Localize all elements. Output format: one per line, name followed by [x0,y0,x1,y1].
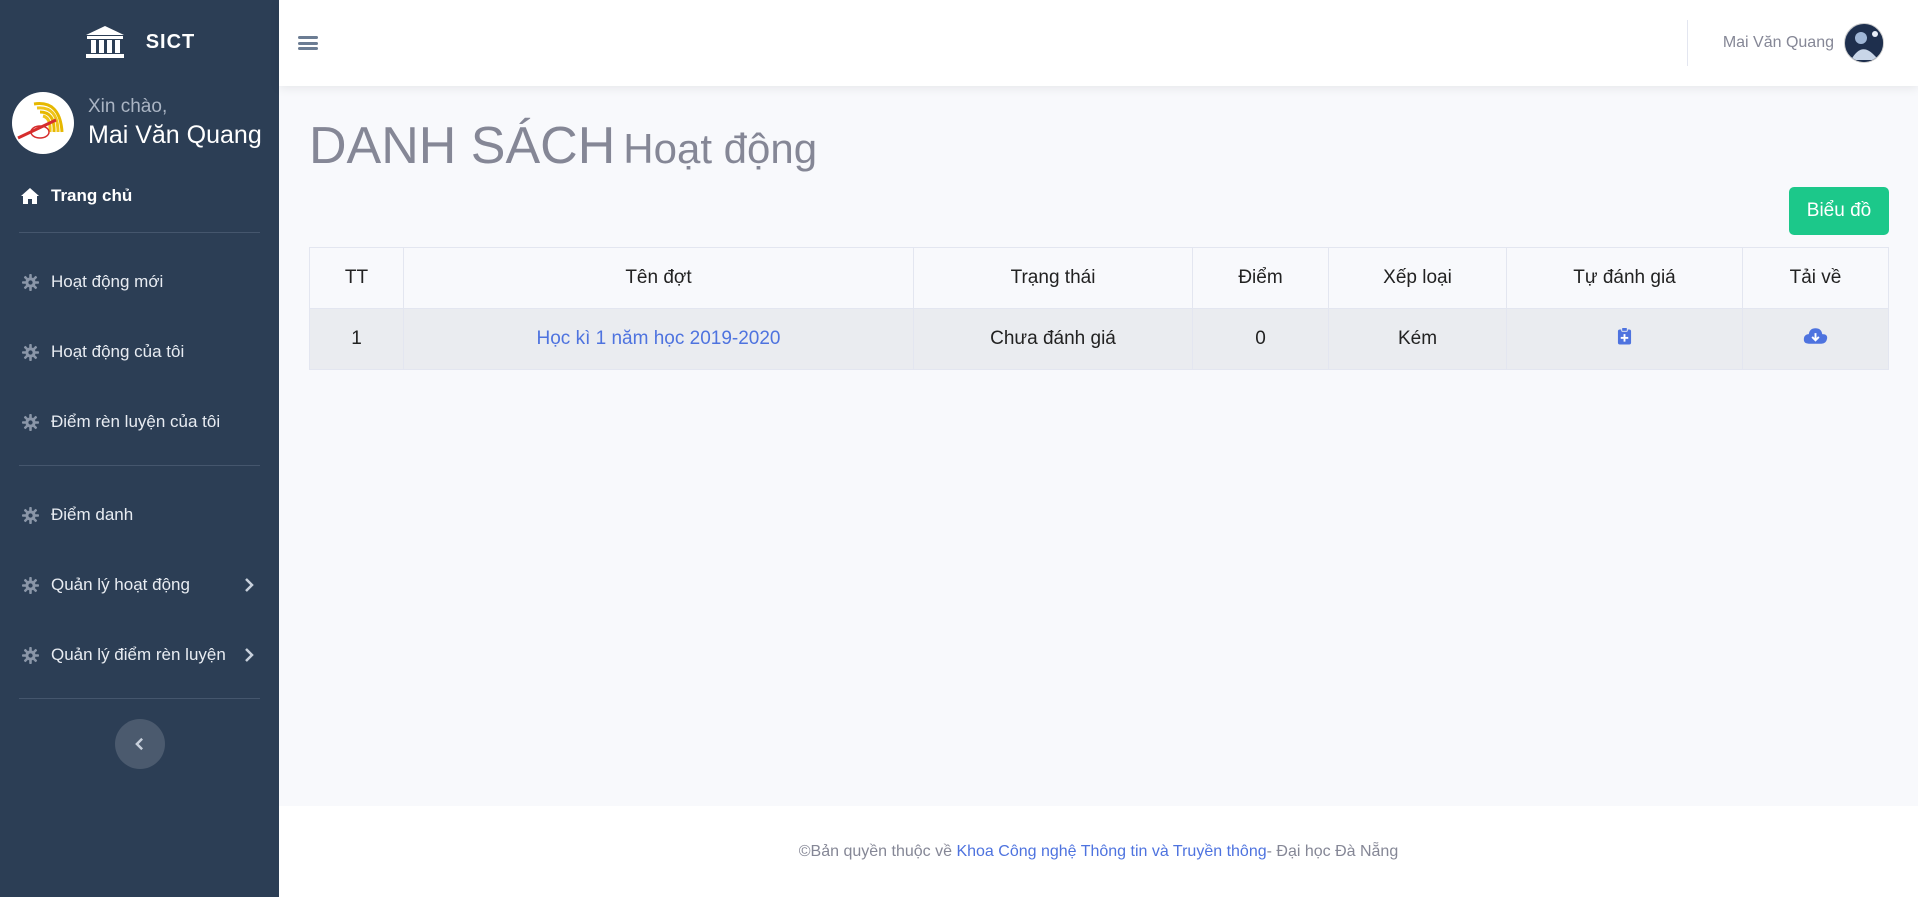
sidebar-user-box: Xin chào, Mai Văn Quang [0,84,279,156]
sidebar-item-new-activities[interactable]: Hoạt động mới [0,247,279,317]
user-dropdown[interactable]: Mai Văn Quang [1723,0,1884,86]
gear-icon [19,504,41,526]
table-header-row: TT Tên đợt Trạng thái Điểm Xếp loại Tự đ… [309,247,1889,309]
sidebar-item-home[interactable]: Trang chủ [0,168,279,224]
sidebar-item-manage-scores[interactable]: Quản lý điểm rèn luyện [0,620,279,690]
home-icon [19,185,41,207]
university-icon [85,26,124,58]
gear-icon [19,644,41,666]
col-header-trang-thai: Trạng thái [913,247,1193,309]
topbar-divider [1687,20,1688,66]
footer-copyright: ©Bản quyền thuộc về [798,842,952,860]
col-header-tu-danh-gia: Tự đánh giá [1506,247,1743,309]
sidebar-item-my-activities[interactable]: Hoạt động của tôi [0,317,279,387]
cell-tai-ve [1742,308,1889,370]
topbar: Mai Văn Quang [279,0,1918,86]
footer-suffix: - Đại học Đà Nẵng [1266,842,1399,860]
cell-tt: 1 [309,308,404,370]
cloud-download-icon[interactable] [1803,327,1828,345]
gear-icon [19,411,41,433]
sidebar-user-name: Mai Văn Quang [88,121,262,149]
sidebar-item-my-scores[interactable]: Điểm rèn luyện của tôi [0,387,279,457]
page-title-main: DANH SÁCH [309,117,616,175]
sidebar-divider [19,698,260,699]
activity-table: TT Tên đợt Trạng thái Điểm Xếp loại Tự đ… [309,247,1889,370]
topbar-user-name: Mai Văn Quang [1722,34,1834,51]
sidebar-item-label: Điểm rèn luyện của tôi [51,412,221,431]
chart-button[interactable]: Biểu đồ [1789,187,1889,235]
brand[interactable]: SICT [0,0,279,84]
chevron-right-icon [245,648,254,662]
sidebar-toggle-button[interactable] [114,719,165,769]
sidebar: SICT Xin chào, Mai Văn Quang Trang chủ H… [0,0,279,897]
col-header-diem: Điểm [1192,247,1329,309]
col-header-tt: TT [309,247,404,309]
sidebar-item-label: Quản lý điểm rèn luyện [51,645,226,664]
page-title-sub: Hoạt động [623,125,818,172]
clipboard-plus-icon[interactable] [1617,326,1632,346]
avatar [1844,23,1884,63]
menu-toggle-icon[interactable] [298,34,318,52]
page-title: DANH SÁCH Hoạt động [309,116,817,176]
gear-icon [19,341,41,363]
sidebar-item-label: Điểm danh [51,505,134,524]
table-row: 1 Học kì 1 năm học 2019-2020 Chưa đánh g… [309,308,1889,370]
chevron-right-icon [245,578,254,592]
col-header-tai-ve: Tải về [1742,247,1889,309]
cell-diem: 0 [1192,308,1329,370]
sict-logo-avatar [12,92,74,154]
cell-ten-dot: Học kì 1 năm học 2019-2020 [403,308,914,370]
gear-icon [19,271,41,293]
term-link[interactable]: Học kì 1 năm học 2019-2020 [537,328,781,349]
sidebar-item-label: Hoạt động của tôi [51,342,185,361]
chevron-left-icon [135,737,143,751]
brand-name: SICT [145,30,196,53]
greeting: Xin chào, [88,96,168,117]
sidebar-item-label: Quản lý hoạt động [51,575,190,594]
col-header-ten-dot: Tên đợt [403,247,914,309]
sidebar-item-label: Trang chủ [51,186,133,205]
sidebar-divider [19,465,260,466]
sidebar-item-attendance[interactable]: Điểm danh [0,480,279,550]
gear-icon [19,574,41,596]
sidebar-item-label: Hoạt động mới [51,272,164,291]
sidebar-divider [19,232,260,233]
footer: ©Bản quyền thuộc về Khoa Công nghệ Thông… [279,806,1918,897]
sidebar-item-manage-activities[interactable]: Quản lý hoạt động [0,550,279,620]
footer-link[interactable]: Khoa Công nghệ Thông tin và Truyền thông [956,843,1266,861]
cell-xep-loai: Kém [1328,308,1507,370]
col-header-xep-loai: Xếp loại [1328,247,1507,309]
cell-tu-danh-gia [1506,308,1743,370]
cell-trang-thai: Chưa đánh giá [913,308,1193,370]
